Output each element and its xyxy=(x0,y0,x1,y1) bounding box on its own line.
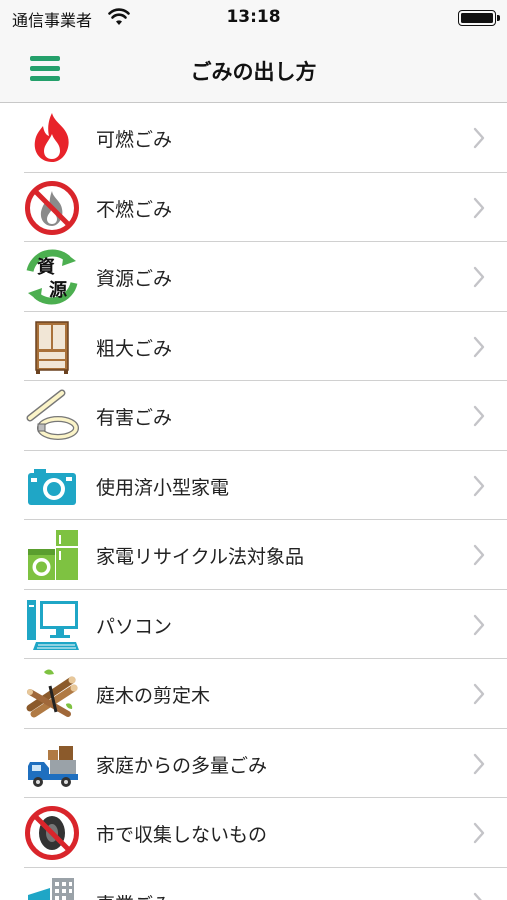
list-item-label: 可燃ごみ xyxy=(96,129,173,151)
truck-icon xyxy=(28,745,78,787)
chevron-right-icon xyxy=(473,822,485,844)
list-item-label: 有害ごみ xyxy=(96,407,173,429)
list-item-label: 家電リサイクル法対象品 xyxy=(96,546,305,568)
page-title: ごみの出し方 xyxy=(190,60,317,84)
no-fire-icon xyxy=(25,180,79,235)
resource-icon-text-top: 資 xyxy=(37,257,55,278)
list-item-label: 粗大ごみ xyxy=(96,337,173,360)
list-item-hazardous[interactable]: 有害ごみ xyxy=(0,381,507,451)
list-item-label: 資源ごみ xyxy=(96,268,173,290)
chevron-right-icon xyxy=(473,892,483,900)
list-item-small-appliances[interactable]: 使用済小型家電 xyxy=(0,451,507,521)
computer-icon xyxy=(27,599,79,650)
list-item-appliance-recycling[interactable]: 家電リサイクル法対象品 xyxy=(0,520,507,590)
building-icon xyxy=(28,877,74,900)
list-item-label: 使用済小型家電 xyxy=(96,476,230,499)
recycle-resource-icon: 資 源 xyxy=(26,249,78,305)
list-item-combustible[interactable]: 可燃ごみ xyxy=(0,103,507,173)
list-item-pruned-branches[interactable]: 庭木の剪定木 xyxy=(0,659,507,729)
list-item-not-collected[interactable]: 市で収集しないもの xyxy=(0,798,507,868)
list-item-label: 市で収集しないもの xyxy=(96,824,268,846)
list-item-label: 事業ごみ xyxy=(96,890,172,900)
list-item-resources[interactable]: 資 源 資源ごみ xyxy=(0,242,507,312)
status-time: 13:18 xyxy=(226,7,281,27)
chevron-right-icon xyxy=(473,197,485,218)
chevron-right-icon xyxy=(473,683,485,705)
appliances-icon xyxy=(28,530,78,580)
list-item-business-waste[interactable]: 事業ごみ xyxy=(0,868,507,900)
list-item-label: 庭木の剪定木 xyxy=(96,685,211,707)
chevron-right-icon xyxy=(473,544,485,566)
cabinet-icon xyxy=(35,320,69,374)
chevron-right-icon xyxy=(473,753,485,774)
chevron-right-icon xyxy=(473,266,485,288)
nav-bar: ごみの出し方 xyxy=(0,36,507,103)
list-item-noncombustible[interactable]: 不燃ごみ xyxy=(0,173,507,243)
list-item-computer[interactable]: パソコン xyxy=(0,590,507,660)
list-item-bulk-household[interactable]: 家庭からの多量ごみ xyxy=(0,729,507,799)
chevron-right-icon xyxy=(473,127,485,149)
branches-icon xyxy=(26,669,78,718)
resource-icon-text-bottom: 源 xyxy=(49,279,67,301)
fluorescent-lamp-icon xyxy=(26,389,79,440)
list-item-label: パソコン xyxy=(96,615,173,638)
chevron-right-icon xyxy=(473,336,485,357)
chevron-right-icon xyxy=(473,614,485,635)
fire-icon xyxy=(34,113,69,162)
list-item-oversized[interactable]: 粗大ごみ xyxy=(0,312,507,382)
chevron-right-icon xyxy=(473,475,485,496)
chevron-right-icon xyxy=(473,405,485,427)
status-bar: 通信事業者 13:18 xyxy=(0,0,507,36)
camera-icon xyxy=(28,468,76,505)
battery-icon xyxy=(458,10,500,26)
no-tire-icon xyxy=(25,806,79,860)
garbage-category-list: 可燃ごみ 不燃ごみ 資 源 資源ごみ 粗大ごみ 有害ごみ 使用済小型家電 家電リ… xyxy=(0,103,507,900)
list-item-label: 不燃ごみ xyxy=(96,198,173,221)
list-item-label: 家庭からの多量ごみ xyxy=(96,754,268,777)
